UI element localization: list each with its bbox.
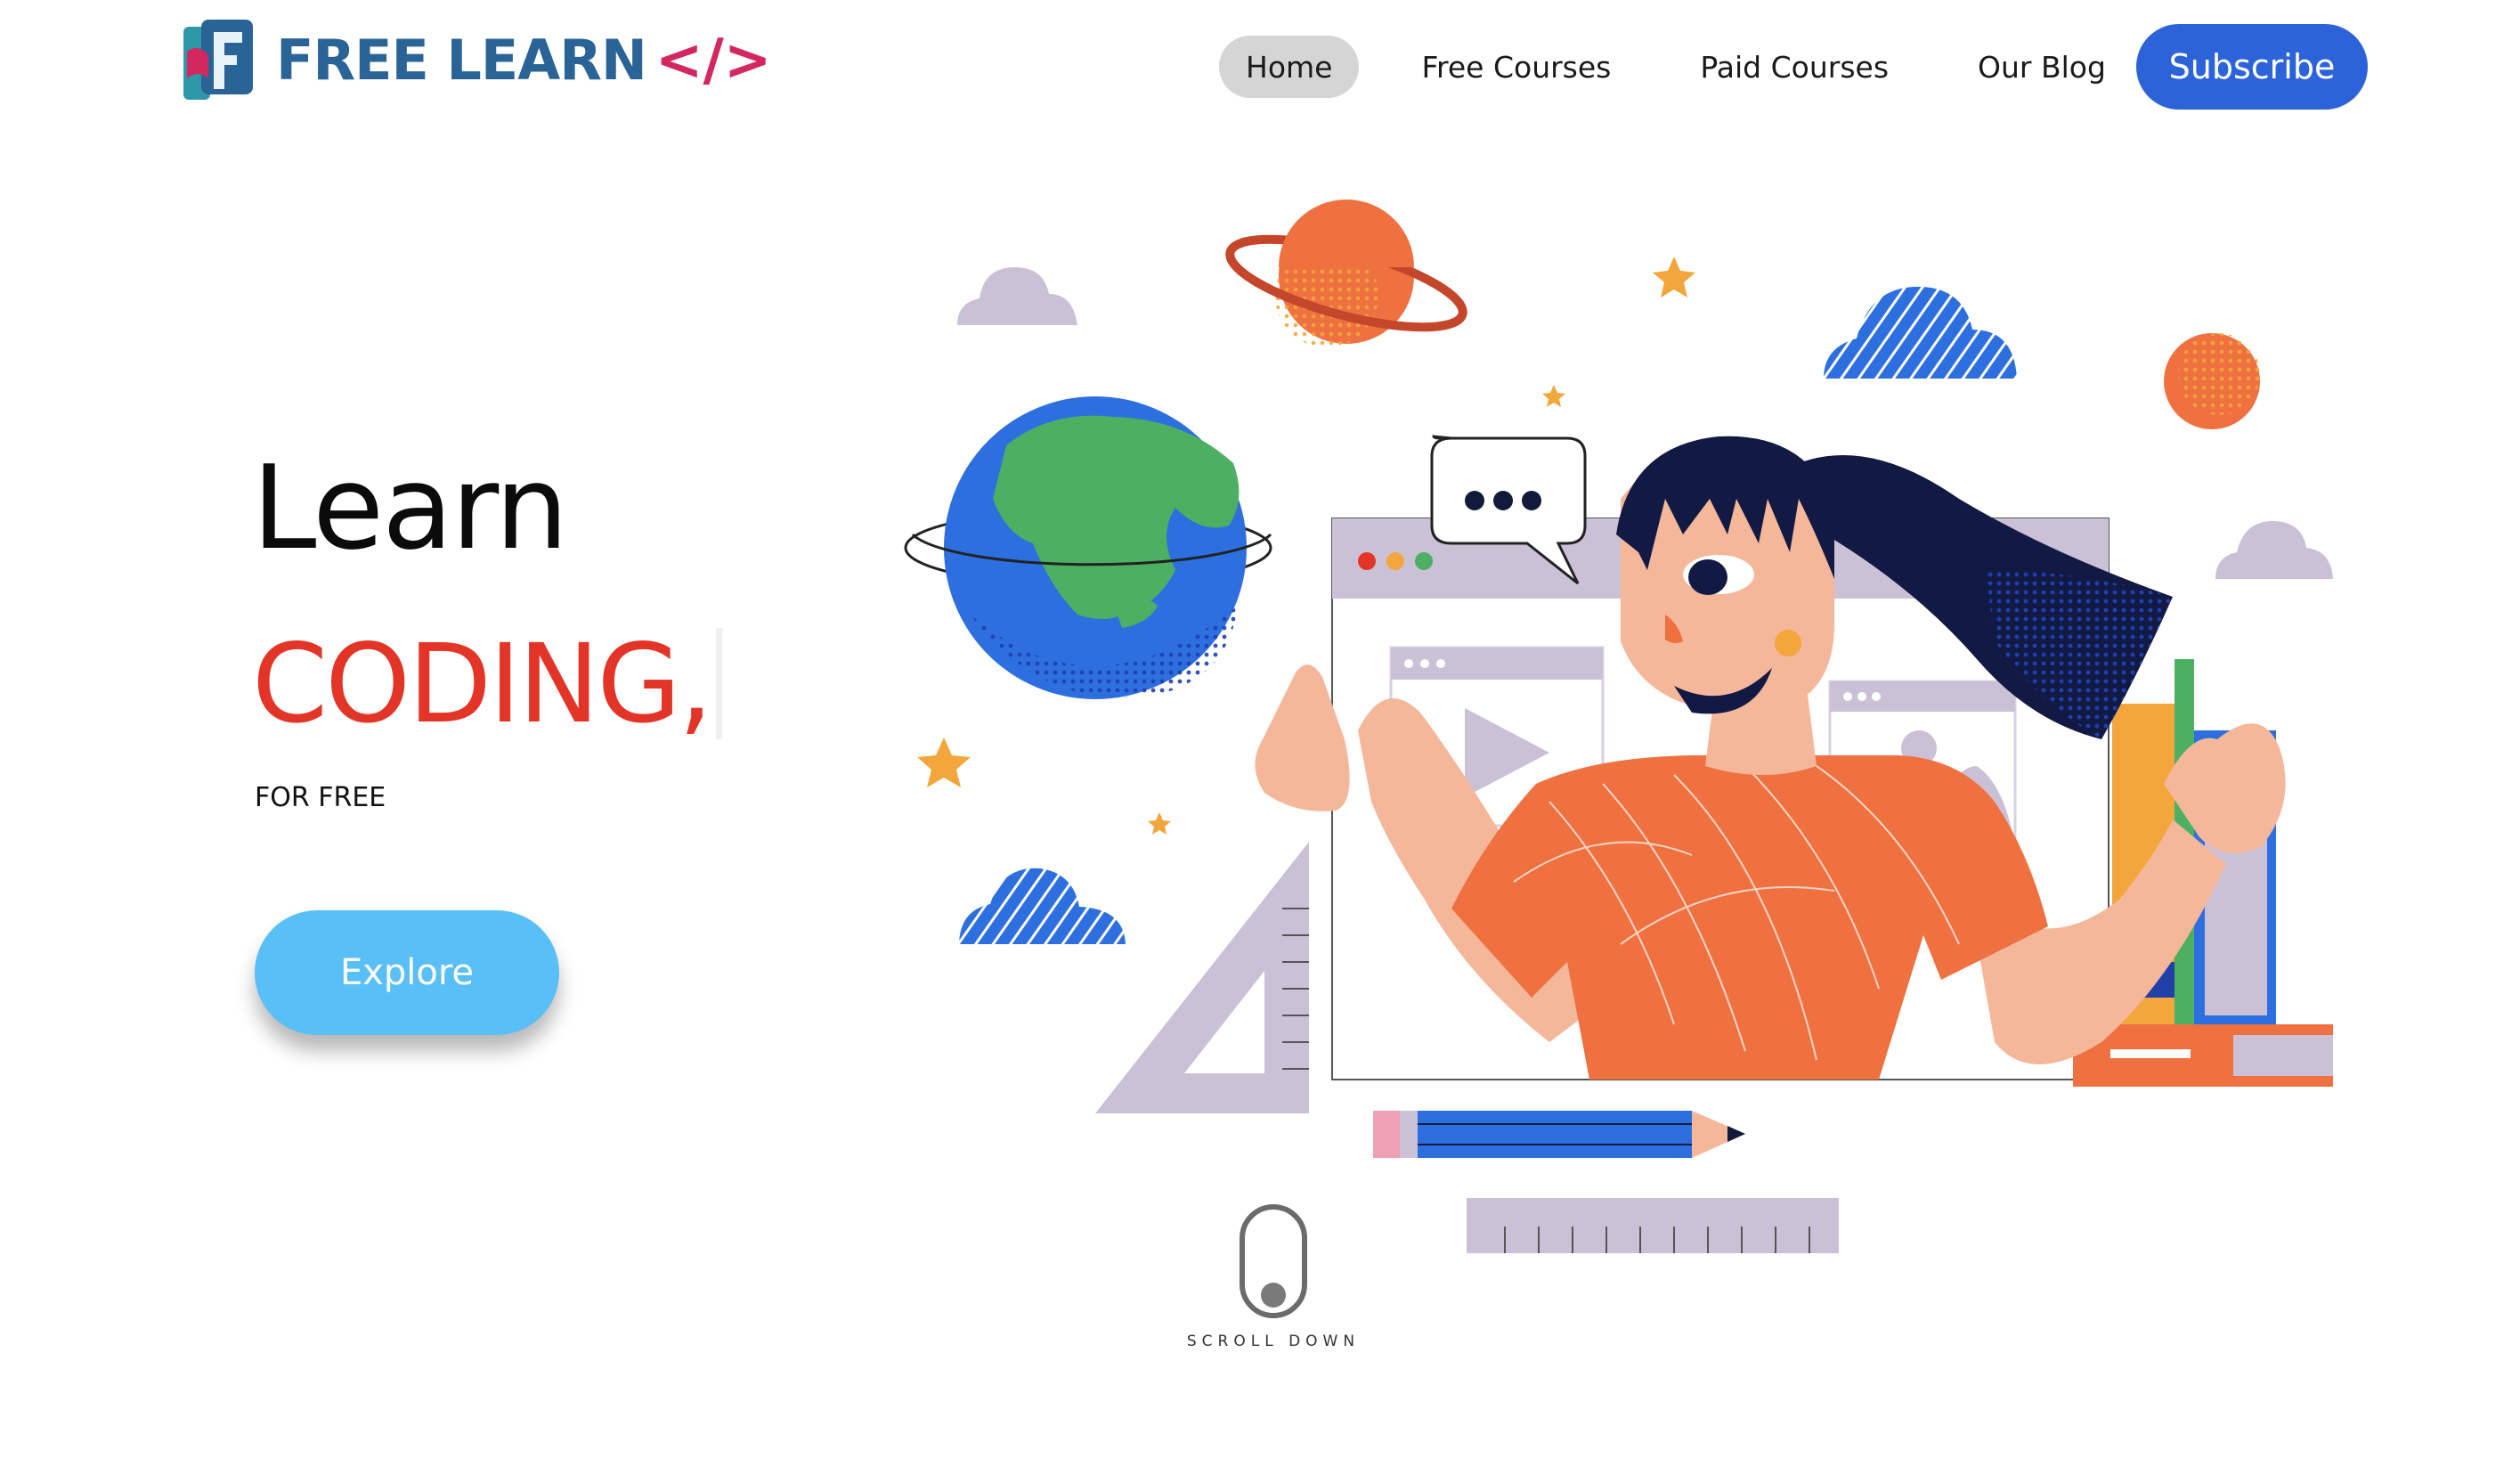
- cloud-blue-bottom: [959, 868, 1126, 944]
- subscribe-button[interactable]: Subscribe: [2136, 24, 2368, 110]
- site-logo[interactable]: FREE LEARN </>: [178, 16, 771, 105]
- cloud-blue-top: [1824, 286, 2017, 379]
- nav-free-courses[interactable]: Free Courses: [1394, 36, 1638, 98]
- main-nav: Home Free Courses Paid Courses Our Blog: [1219, 24, 2168, 110]
- cloud-small-left: [957, 267, 1077, 325]
- star-icon: [917, 738, 971, 787]
- hero-title-line1: Learn: [252, 440, 568, 575]
- nav-paid-courses[interactable]: Paid Courses: [1673, 36, 1915, 98]
- typing-cursor: [715, 628, 722, 739]
- page: FREE LEARN </> Home Free Courses Paid Co…: [0, 0, 2520, 1459]
- scroll-down-indicator[interactable]: SCROLL DOWN: [1184, 1202, 1362, 1354]
- orange-planet: [2164, 333, 2260, 429]
- straight-ruler: [1467, 1198, 1839, 1253]
- hero-title-line2-wrap: CODING,: [252, 628, 722, 739]
- star-icon: [1148, 812, 1171, 835]
- logo-code-symbol: </>: [654, 28, 772, 94]
- nav-our-blog[interactable]: Our Blog: [1951, 36, 2133, 98]
- ringed-planet: [1225, 200, 1467, 347]
- hero-subtitle: FOR FREE: [255, 782, 386, 813]
- cloud-small-right: [2215, 521, 2333, 579]
- scroll-down-label: SCROLL DOWN: [1186, 1333, 1361, 1350]
- free-learn-logo-icon: [183, 20, 253, 100]
- pencil: [1373, 1111, 1745, 1158]
- triangle-ruler: [1095, 842, 1309, 1113]
- hero-title-line2: CODING,: [252, 620, 713, 747]
- explore-button[interactable]: Explore: [255, 910, 559, 1035]
- star-icon: [1653, 257, 1695, 298]
- nav-home[interactable]: Home: [1219, 36, 1360, 98]
- star-icon: [1542, 385, 1565, 407]
- globe: [904, 396, 1272, 699]
- logo-text: FREE LEARN: [276, 28, 647, 93]
- mouse-scroll-icon: [1240, 1204, 1307, 1318]
